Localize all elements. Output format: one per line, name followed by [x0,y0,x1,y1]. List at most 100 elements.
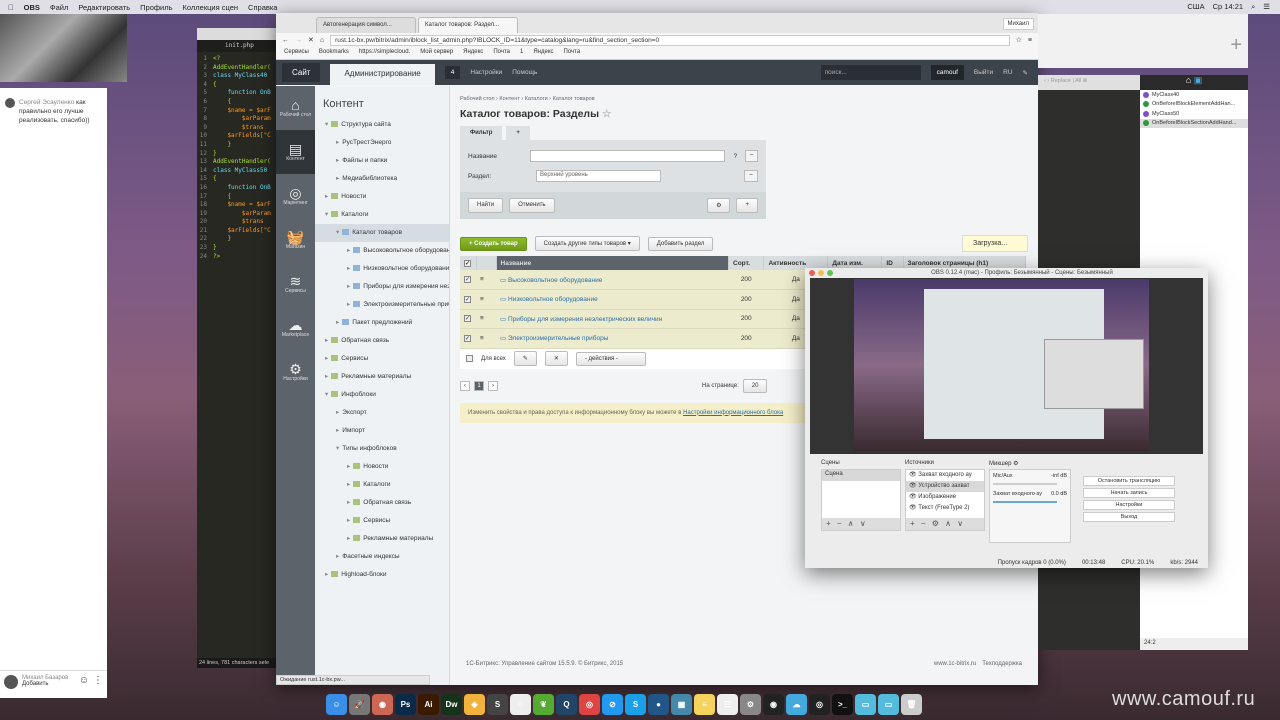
expand-arrow-icon[interactable]: ▸ [336,175,339,182]
tree-item[interactable]: ▾ Типы инфоблоков [315,440,449,458]
expand-arrow-icon[interactable]: ▸ [325,337,328,344]
dock-folder-downloads-icon[interactable]: ▭ [878,694,899,715]
row-name[interactable]: ▭ Низковольтное оборудование [496,289,729,310]
source-controls[interactable]: + − ⚙ ∧ ∨ [906,518,984,530]
dock-system-prefs-icon[interactable]: ⚙ [740,694,761,715]
row-name[interactable]: ▭ Электроизмерительные приборы [496,328,729,349]
col-sort[interactable]: Сорт. [728,256,765,270]
bookmark-star-icon[interactable]: ☆ [1016,36,1022,44]
expand-arrow-icon[interactable]: ▸ [336,319,339,326]
tree-item[interactable]: ▸ Медиабиблиотека [315,170,449,188]
tree-item[interactable]: ▸ Рекламные материалы [315,530,449,548]
chat-add-input[interactable]: Добавить [22,681,68,687]
dock-cloud-app-icon[interactable]: ☁ [786,694,807,715]
code-line[interactable]: 16 function OnB [197,184,281,193]
row-checkbox[interactable]: ✓ [460,328,476,349]
dock-sublime-icon[interactable]: S [487,694,508,715]
plus-icon[interactable]: + [1230,34,1242,57]
row-menu-icon[interactable]: ≡ [476,270,496,290]
apple-icon[interactable]:  [8,3,14,12]
row-checkbox[interactable]: ✓ [460,270,476,290]
tree-item[interactable]: ▸ Новости [315,458,449,476]
expand-arrow-icon[interactable]: ▾ [336,445,339,452]
breadcrumb-item[interactable]: Каталог товаров [553,96,595,102]
dock-notes-icon[interactable]: ≡ [694,694,715,715]
source-item[interactable]: 👁 Текст (FreeType 2) [906,503,984,514]
clock[interactable]: Ср 14:21 [1213,2,1243,12]
more-icon[interactable]: ⋮ [93,675,103,694]
delete-icon[interactable]: ✕ [544,351,568,366]
tree-item[interactable]: ▸ РусТрестЭнерго [315,134,449,152]
tree-item[interactable]: ▸ Сервисы [315,350,449,368]
notifications-button[interactable]: 4 [444,66,461,79]
add-section-button[interactable]: Добавить раздел [647,236,714,251]
code-line[interactable]: 12} [197,150,281,159]
bookmark-item[interactable]: Яндекс [463,49,483,57]
for-all-checkbox[interactable] [466,355,473,362]
stop-icon[interactable]: ✕ [308,36,314,44]
menu-file[interactable]: Файл [50,3,68,12]
code-line[interactable]: 3 class MyClass40 [197,72,281,81]
tree-item[interactable]: ▸ Приборы для измерения неэлектрических в… [315,278,449,296]
expand-arrow-icon[interactable]: ▸ [336,427,339,434]
dock-evernote-icon[interactable]: ❦ [533,694,554,715]
bookmark-item[interactable]: Мой сервер [420,49,453,57]
back-icon[interactable]: ← [282,37,289,44]
bookmark-item[interactable]: Bookmarks [319,49,349,57]
eye-icon[interactable]: 👁 [909,472,918,478]
dock-illustrator-icon[interactable]: Ai [418,694,439,715]
code-line[interactable]: 23} [197,244,281,253]
actions-select[interactable]: - действия - [575,351,646,366]
bookmark-item[interactable]: Сервисы [284,49,309,57]
logout-link[interactable]: Выйти [974,69,993,76]
add-filter-tab[interactable]: + [506,126,530,140]
code-line[interactable]: 11 } [197,141,281,150]
dock-preview-icon[interactable]: ▦ [671,694,692,715]
sidebar-item[interactable]: ◎ Маркетинг [276,174,315,218]
row-name-text[interactable]: Высоковольтное оборудование [508,277,602,284]
symbol-item[interactable]: MyClass40 [1140,90,1248,100]
code-area[interactable]: 1 <? 2 AddEventHandler(3 class MyClass40 4{5 … [197,52,281,261]
row-name[interactable]: ▭ Высоковольтное оборудование [496,270,729,290]
expand-arrow-icon[interactable]: ▸ [347,463,350,470]
home-icon[interactable]: ⌂ [1186,75,1191,85]
row-name-text[interactable]: Электроизмерительные приборы [508,335,608,342]
expand-arrow-icon[interactable]: ▸ [347,301,350,308]
code-line[interactable]: 7 $name = $arF [197,107,281,116]
code-line[interactable]: 1 <? [197,55,281,64]
dock-terminal-icon[interactable]: >_ [832,694,853,715]
cancel-button[interactable]: Отменить [509,198,555,213]
row-menu-icon[interactable]: ≡ [476,328,496,349]
bitrix-site-link[interactable]: www.1c-bitrix.ru [934,661,976,667]
menu-scene-collection[interactable]: Коллекция сцен [183,3,239,12]
code-line[interactable]: 8 $arParam [197,115,281,124]
dock-trash-icon[interactable]: 🗑 [901,694,922,715]
url-input[interactable]: rust.1c-bx.pw/bitrix/admin/iblock_list_a… [330,34,1010,46]
tree-item[interactable]: ▾ Структура сайта [315,116,449,134]
dock-launchpad-icon[interactable]: 🚀 [349,694,370,715]
expand-arrow-icon[interactable]: ▸ [347,247,350,254]
symbol-item[interactable]: MyClass50 [1140,109,1248,119]
code-line[interactable]: 4{ [197,81,281,90]
filter-tab[interactable]: Фильтр [460,126,503,140]
tree-item[interactable]: ▸ Каталоги [315,476,449,494]
select-all-checkbox[interactable]: ✓ [460,256,477,270]
code-line[interactable]: 2 AddEventHandler( [197,64,281,73]
remove-field-button[interactable]: − [744,170,758,182]
tree-item[interactable]: ▾ Каталог товаров [315,224,449,242]
obs-preview[interactable] [810,278,1203,454]
dock-adium-icon[interactable]: ☺ [510,694,531,715]
tree-item[interactable]: ▸ Импорт [315,422,449,440]
breadcrumb-item[interactable]: Рабочий стол [460,96,495,102]
notification-center-icon[interactable]: ☰ [1263,2,1270,12]
replace-all-button[interactable]: All [1075,78,1081,84]
sidebar-item[interactable]: ⚙ Настройки [276,350,315,394]
emoji-icon[interactable]: ☺ [79,675,89,694]
sidebar-item[interactable]: ⌂ Рабочий стол [276,86,315,130]
find-button[interactable]: Найти [468,198,504,213]
symbol-item[interactable]: OnBeforeIBlockElementAddHan... [1140,100,1248,110]
expand-arrow-icon[interactable]: ▸ [336,157,339,164]
mixer-gear-icon[interactable]: ⚙ [1013,461,1018,467]
sidebar-item[interactable]: ▤ Контент [276,130,315,174]
expand-arrow-icon[interactable]: ▾ [325,121,328,128]
